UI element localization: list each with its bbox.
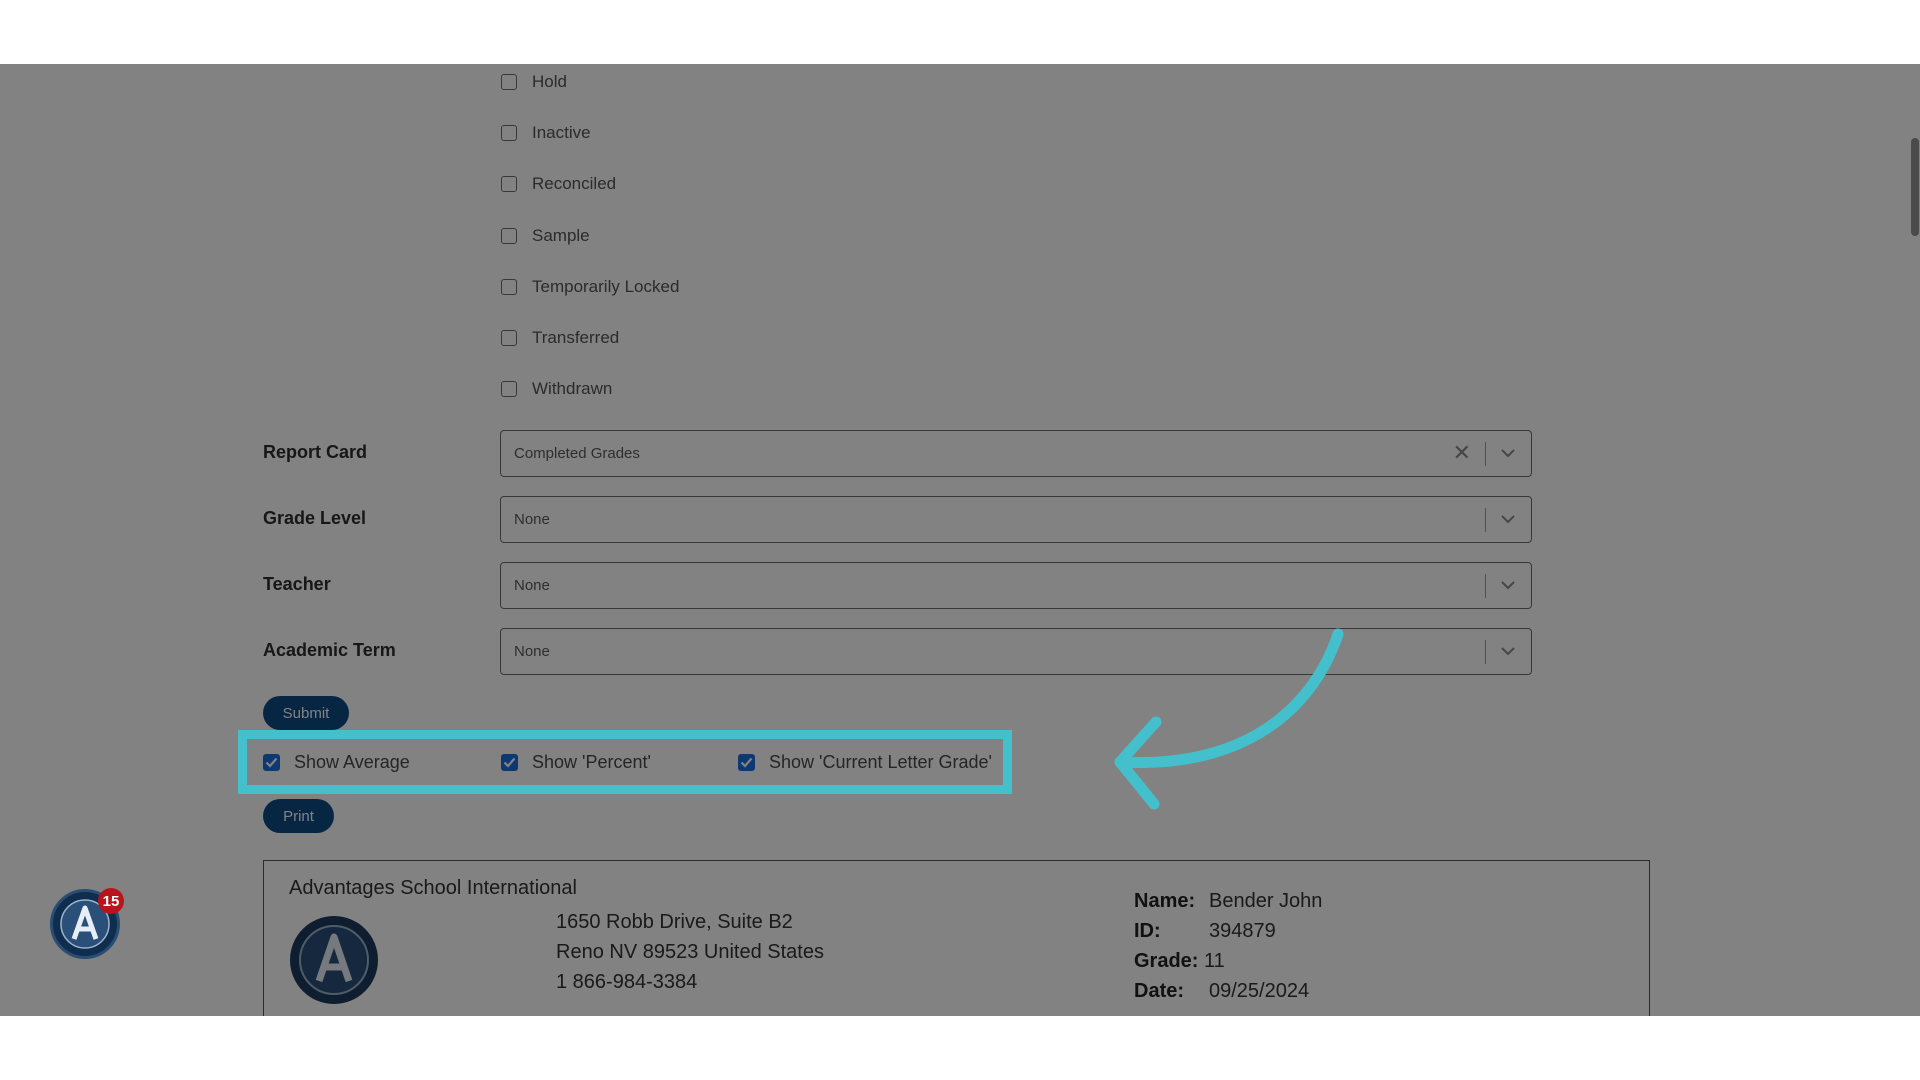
print-button[interactable]: Print: [263, 799, 334, 833]
report-card-select[interactable]: Completed Grades ✕: [500, 430, 1532, 477]
submit-button[interactable]: Submit: [263, 696, 349, 730]
grade-label: Grade:: [1134, 950, 1199, 972]
checkbox-icon[interactable]: [501, 176, 517, 192]
screen: Hold Inactive Reconciled Sample Temporar…: [0, 0, 1920, 1080]
checkbox-icon[interactable]: [501, 381, 517, 397]
option-label: Show 'Current Letter Grade': [769, 751, 992, 772]
academic-term-label: Academic Term: [263, 640, 396, 660]
student-name: Bender John: [1209, 890, 1323, 912]
checkbox-icon[interactable]: [501, 228, 517, 244]
chevron-down-icon[interactable]: [1499, 446, 1517, 460]
status-checkbox-sample[interactable]: Sample: [501, 225, 590, 247]
clear-icon[interactable]: ✕: [1453, 440, 1471, 466]
school-logo-icon: [290, 916, 378, 1004]
status-label: Temporarily Locked: [532, 277, 680, 296]
report-card-preview: Advantages School International 1650 Rob…: [263, 860, 1650, 1016]
tutorial-arrow-icon: [1114, 628, 1344, 810]
student-id: 394879: [1209, 920, 1276, 942]
date-label: Date:: [1134, 980, 1185, 1002]
select-separator: [1485, 508, 1486, 532]
status-checkbox-temporarily-locked[interactable]: Temporarily Locked: [501, 276, 679, 298]
chevron-down-icon[interactable]: [1499, 578, 1517, 592]
chevron-down-icon[interactable]: [1499, 644, 1517, 658]
checkbox-icon[interactable]: [501, 330, 517, 346]
status-label: Withdrawn: [532, 379, 613, 398]
status-checkbox-withdrawn[interactable]: Withdrawn: [501, 378, 612, 400]
notification-badge: 15: [98, 888, 124, 914]
academic-term-value: None: [514, 643, 550, 660]
report-card-value: Completed Grades: [514, 445, 640, 462]
school-name: Advantages School International: [289, 877, 577, 899]
chevron-down-icon[interactable]: [1499, 512, 1517, 526]
checkmark-icon: [503, 757, 516, 768]
academic-term-select[interactable]: None: [500, 628, 1532, 675]
grade-level-label: Grade Level: [263, 508, 367, 528]
checkbox-checked-icon[interactable]: [738, 753, 755, 771]
status-checkbox-inactive[interactable]: Inactive: [501, 122, 591, 144]
report-card-label: Report Card: [263, 442, 368, 462]
report-date: 09/25/2024: [1209, 980, 1310, 1002]
status-label: Inactive: [532, 123, 591, 142]
address-line: 1 866-984-3384: [556, 971, 698, 993]
checkbox-icon[interactable]: [501, 125, 517, 141]
scrollbar-thumb[interactable]: [1911, 138, 1919, 236]
teacher-label: Teacher: [263, 574, 331, 594]
select-separator: [1485, 442, 1486, 466]
status-checkbox-hold[interactable]: Hold: [501, 71, 567, 93]
option-label: Show 'Percent': [532, 751, 651, 772]
select-separator: [1485, 574, 1486, 598]
checkbox-icon[interactable]: [501, 279, 517, 295]
display-options: Show Average Show 'Percent' Show 'Curren…: [242, 734, 1008, 790]
student-grade: 11: [1204, 950, 1225, 972]
address-line: Reno NV 89523 United States: [556, 941, 824, 963]
select-separator: [1485, 640, 1486, 664]
grade-level-value: None: [514, 511, 550, 528]
grade-level-select[interactable]: None: [500, 496, 1532, 543]
name-label: Name:: [1134, 890, 1196, 912]
status-checkbox-reconciled[interactable]: Reconciled: [501, 173, 616, 195]
checkbox-checked-icon[interactable]: [501, 753, 518, 771]
status-label: Sample: [532, 226, 590, 245]
show-percent-option[interactable]: Show 'Percent': [501, 734, 651, 790]
checkmark-icon: [740, 757, 753, 768]
checkbox-checked-icon[interactable]: [263, 753, 280, 771]
checkmark-icon: [265, 757, 278, 768]
teacher-value: None: [514, 577, 550, 594]
status-checkbox-transferred[interactable]: Transferred: [501, 327, 619, 349]
id-label: ID:: [1134, 920, 1161, 942]
show-current-letter-grade-option[interactable]: Show 'Current Letter Grade': [738, 734, 992, 790]
option-label: Show Average: [294, 751, 410, 772]
teacher-select[interactable]: None: [500, 562, 1532, 609]
status-label: Reconciled: [532, 174, 617, 193]
checkbox-icon[interactable]: [501, 74, 517, 90]
page-viewport: Hold Inactive Reconciled Sample Temporar…: [0, 64, 1920, 1016]
status-label: Transferred: [532, 328, 620, 347]
address-line: 1650 Robb Drive, Suite B2: [556, 911, 793, 933]
status-label: Hold: [532, 72, 567, 91]
show-average-option[interactable]: Show Average: [263, 734, 410, 790]
